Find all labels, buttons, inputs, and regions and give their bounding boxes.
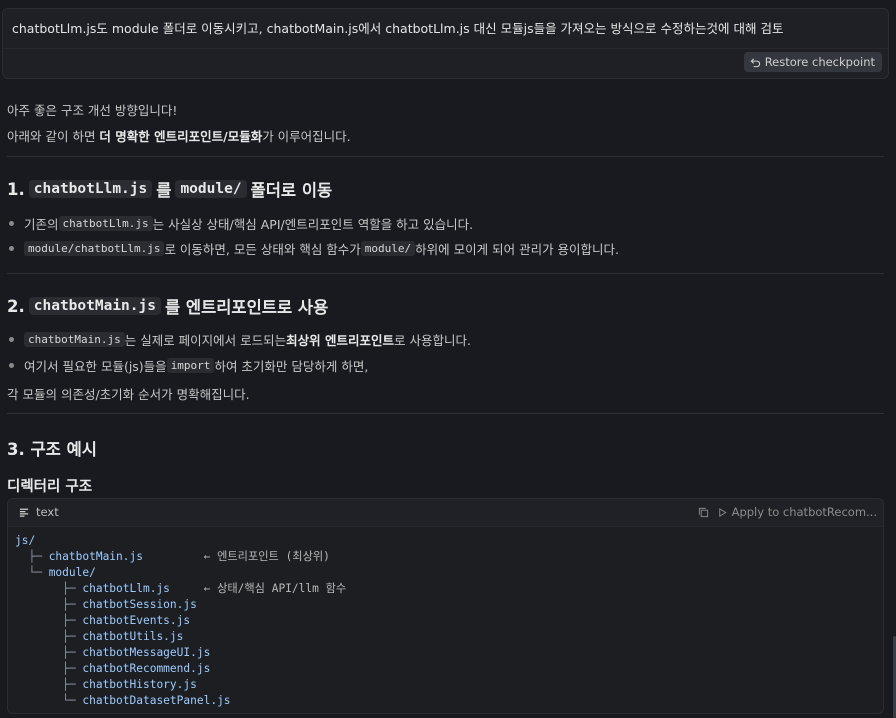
line-comment: ← 엔트리포인트 (최상위) (142, 550, 330, 563)
section-2-number: 2. (7, 296, 25, 316)
tree-branch: ├─ (15, 598, 83, 611)
divider (7, 273, 884, 274)
bullet-text: 는 사실상 상태/핵심 API/엔트리포인트 역할을 하고 있습니다. (152, 217, 474, 232)
file-name: chatbotHistory.js (82, 678, 197, 691)
intro-line-2-pre: 아래와 같이 하면 (7, 129, 100, 144)
file-name: chatbotMain.js (48, 550, 143, 563)
code-language-label: text (36, 505, 59, 519)
inline-code: chatbotLlm.js (58, 216, 153, 231)
bullet-text: 하위에 모이게 되어 관리가 용이합니다. (415, 242, 620, 257)
list-item: 기존의 chatbotLlm.js 는 사실상 상태/핵심 API/엔트리포인트… (7, 214, 473, 233)
bullet-dot (9, 221, 14, 226)
file-name: chatbotUtils.js (82, 630, 184, 643)
file-name: chatbotMessageUI.js (82, 646, 211, 659)
list-item: module/chatbotLlm.js 로 이동하면, 모든 상태와 핵심 함… (7, 239, 619, 258)
inline-code: module/chatbotLlm.js (24, 241, 165, 256)
code-line: ├─ chatbotRecommend.js (15, 661, 346, 677)
bullet-dot (9, 363, 14, 368)
divider (7, 156, 884, 157)
section-1-code-2: module/ (175, 180, 247, 198)
undo-icon (750, 57, 760, 67)
code-block-header: text Apply to chatbotRecom... (8, 499, 883, 527)
bullet-text: 는 실제로 페이지에서 로드되는 (124, 333, 287, 348)
apply-button[interactable]: Apply to chatbotRecom... (717, 505, 877, 519)
file-name: chatbotDatasetPanel.js (82, 694, 231, 707)
line-comment: ← 상태/핵심 API/llm 함수 (169, 582, 347, 595)
inline-code: import (166, 358, 215, 373)
section-1-heading: 1. chatbotLlm.js 를 module/ 폴더로 이동 (7, 177, 332, 201)
code-line: js/ (15, 533, 346, 549)
section-2-tail: 를 엔트리포인트로 사용 (164, 298, 329, 317)
section-2-continuation: 각 모듈의 의존성/초기화 순서가 명확해집니다. (7, 387, 250, 402)
file-name: module/ (48, 566, 96, 579)
section-1-code-1: chatbotLlm.js (28, 180, 153, 198)
divider (7, 413, 884, 414)
code-line: ├─ chatbotUtils.js (15, 629, 346, 645)
file-name: chatbotRecommend.js (82, 662, 211, 675)
bullet-dot (9, 246, 14, 251)
code-line: ├─ chatbotLlm.js ← 상태/핵심 API/llm 함수 (15, 581, 346, 597)
restore-checkpoint-button[interactable]: Restore checkpoint (743, 52, 882, 72)
file-name: js/ (15, 534, 36, 547)
bullet-dot (9, 337, 14, 342)
code-line: ├─ chatbotMessageUI.js (15, 645, 346, 661)
section-1-mid: 를 (156, 181, 172, 200)
user-prompt-card[interactable]: chatbotLlm.js도 module 폴더로 이동시키고, chatbot… (2, 8, 889, 79)
code-actions: Apply to chatbotRecom... (698, 505, 877, 519)
intro-line-2-post: 가 이루어집니다. (262, 129, 351, 144)
code-line: ├─ chatbotEvents.js (15, 613, 346, 629)
intro-line-1: 아주 좋은 구조 개선 방향입니다! (7, 103, 178, 118)
tree-branch: ├─ (15, 550, 49, 563)
tree-branch: ├─ (15, 630, 83, 643)
text-lines-icon (19, 508, 29, 517)
bullet-text: 기존의 (24, 217, 59, 232)
bullet-text: 로 이동하면, 모든 상태와 핵심 함수가 (164, 242, 361, 257)
tree-branch: └─ (15, 566, 49, 579)
code-line: ├─ chatbotHistory.js (15, 677, 346, 693)
code-line: └─ chatbotDatasetPanel.js (15, 693, 346, 709)
inline-code: module/ (360, 241, 416, 256)
section-1-number: 1. (7, 179, 25, 199)
play-icon (718, 507, 727, 517)
code-block: text Apply to chatbotRecom... js/ ├─ cha… (7, 498, 884, 714)
user-prompt-text: chatbotLlm.js도 module 폴더로 이동시키고, chatbot… (12, 21, 784, 36)
inline-code: chatbotMain.js (24, 332, 125, 347)
copy-icon[interactable] (698, 507, 709, 518)
tree-branch: ├─ (15, 678, 83, 691)
tree-branch: ├─ (15, 582, 83, 595)
section-3-heading: 3. 구조 예시 (7, 440, 97, 459)
intro-line-2-bold: 더 명확한 엔트리포인트/모듈화 (99, 129, 263, 144)
tree-branch: ├─ (15, 646, 83, 659)
tree-branch: ├─ (15, 614, 83, 627)
file-name: chatbotSession.js (82, 598, 197, 611)
bullet-text: 하여 초기화만 담당하게 하면, (214, 359, 369, 374)
section-2-code-1: chatbotMain.js (28, 297, 161, 315)
apply-label: Apply to chatbotRecom... (731, 505, 877, 519)
file-name: chatbotLlm.js (82, 582, 170, 595)
code-line: └─ module/ (15, 565, 346, 581)
file-name: chatbotEvents.js (82, 614, 191, 627)
section-2-heading: 2. chatbotMain.js 를 엔트리포인트로 사용 (7, 294, 328, 318)
restore-checkpoint-label: Restore checkpoint (764, 55, 875, 69)
code-line: ├─ chatbotMain.js ← 엔트리포인트 (최상위) (15, 549, 346, 565)
bullet-text: 여기서 필요한 모듈(js)들을 (24, 359, 167, 374)
bullet-text: 로 사용합니다. (394, 333, 471, 348)
code-language: text (19, 505, 59, 519)
prompt-divider (3, 48, 888, 49)
bullet-bold: 최상위 엔트리포인트 (286, 333, 394, 348)
intro-line-2: 아래와 같이 하면 더 명확한 엔트리포인트/모듈화가 이루어집니다. (7, 126, 351, 145)
section-1-tail: 폴더로 이동 (250, 181, 333, 200)
tree-branch: └─ (15, 694, 83, 707)
tree-branch: ├─ (15, 662, 83, 675)
section-3-subheading: 디렉터리 구조 (7, 479, 93, 495)
code-line: ├─ chatbotSession.js (15, 597, 346, 613)
code-content: js/ ├─ chatbotMain.js ← 엔트리포인트 (최상위) └─ … (15, 533, 346, 709)
list-item: chatbotMain.js 는 실제로 페이지에서 로드되는 최상위 엔트리포… (7, 330, 471, 349)
list-item: 여기서 필요한 모듈(js)들을 import 하여 초기화만 담당하게 하면, (7, 356, 368, 375)
